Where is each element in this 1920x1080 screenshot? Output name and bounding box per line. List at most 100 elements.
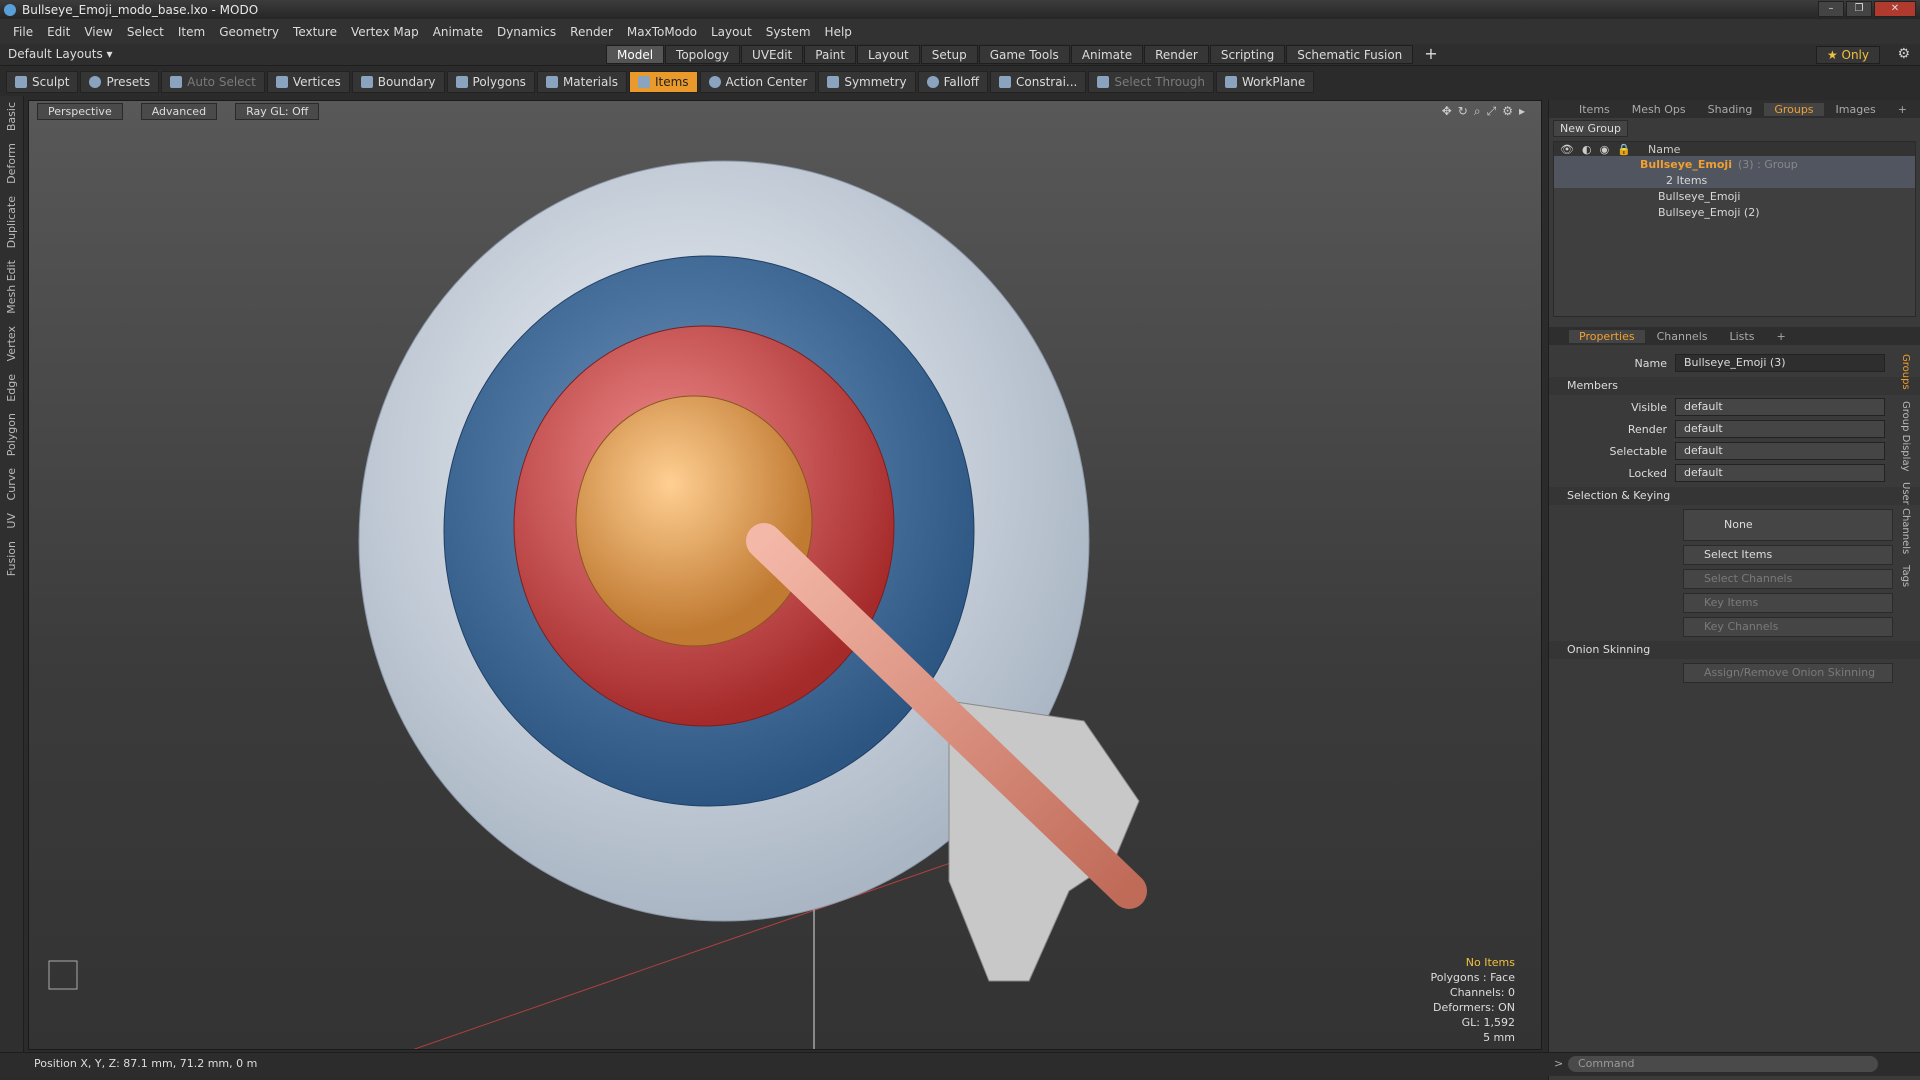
auto-select-button[interactable]: Auto Select bbox=[161, 71, 265, 93]
tab-channels[interactable]: Channels bbox=[1647, 330, 1718, 343]
vertices-icon bbox=[275, 76, 288, 88]
menu-help[interactable]: Help bbox=[818, 25, 859, 39]
tab-items[interactable]: Items bbox=[1569, 103, 1620, 116]
new-group-button[interactable]: New Group bbox=[1553, 120, 1628, 137]
tab-animate[interactable]: Animate bbox=[1070, 45, 1144, 64]
visible-dropdown[interactable]: default bbox=[1675, 398, 1885, 416]
tab-mesh-ops[interactable]: Mesh Ops bbox=[1622, 103, 1696, 116]
onion-skinning-section[interactable]: Onion Skinning bbox=[1549, 641, 1920, 659]
select-items-button[interactable]: Select Items bbox=[1683, 545, 1893, 565]
boundary-button[interactable]: Boundary bbox=[351, 71, 445, 93]
side-tab-user-channels[interactable]: User Channels bbox=[1900, 478, 1911, 558]
only-button[interactable]: ★ Only bbox=[1815, 46, 1880, 64]
sculpt-button[interactable]: Sculpt bbox=[6, 71, 79, 93]
tab-layout[interactable]: Layout bbox=[856, 45, 920, 64]
selection-keying-section[interactable]: Selection & Keying bbox=[1549, 487, 1920, 505]
tab-duplicate[interactable]: Duplicate bbox=[5, 190, 18, 254]
group-count-row: 2 Items bbox=[1554, 172, 1915, 188]
3d-viewport[interactable]: Perspective Advanced Ray GL: Off ✥ ↻ ⌕ ⤢… bbox=[28, 100, 1542, 1050]
members-section[interactable]: Members bbox=[1549, 377, 1920, 395]
select-through-button[interactable]: Select Through bbox=[1088, 71, 1214, 93]
workplane-button[interactable]: WorkPlane bbox=[1215, 71, 1315, 93]
items-button[interactable]: Items bbox=[628, 71, 698, 93]
menu-file[interactable]: File bbox=[6, 25, 40, 39]
tab-shading[interactable]: Shading bbox=[1698, 103, 1763, 116]
action-center-button[interactable]: Action Center bbox=[699, 71, 817, 93]
minimize-button[interactable]: – bbox=[1818, 1, 1844, 17]
tab-mesh-edit[interactable]: Mesh Edit bbox=[5, 254, 18, 320]
tab-game-tools[interactable]: Game Tools bbox=[978, 45, 1070, 64]
tab-render[interactable]: Render bbox=[1144, 45, 1209, 64]
tab-uvedit[interactable]: UVEdit bbox=[741, 45, 804, 64]
tab-edge[interactable]: Edge bbox=[5, 368, 18, 408]
default-layouts-dropdown[interactable]: Default Layouts ▾ bbox=[8, 47, 113, 61]
selectable-dropdown[interactable]: default bbox=[1675, 442, 1885, 460]
presets-button[interactable]: Presets bbox=[80, 71, 160, 93]
locked-dropdown[interactable]: default bbox=[1675, 464, 1885, 482]
menu-geometry[interactable]: Geometry bbox=[212, 25, 286, 39]
menu-render[interactable]: Render bbox=[563, 25, 620, 39]
side-tab-tags[interactable]: Tags bbox=[1900, 561, 1911, 591]
menu-maxtomodo[interactable]: MaxToModo bbox=[620, 25, 704, 39]
menu-texture[interactable]: Texture bbox=[286, 25, 344, 39]
render-dropdown[interactable]: default bbox=[1675, 420, 1885, 438]
symmetry-button[interactable]: Symmetry bbox=[818, 71, 916, 93]
onion-skinning-button[interactable]: Assign/Remove Onion Skinning bbox=[1683, 663, 1893, 683]
vertices-button[interactable]: Vertices bbox=[266, 71, 350, 93]
tab-groups[interactable]: Groups bbox=[1764, 102, 1824, 116]
tab-curve[interactable]: Curve bbox=[5, 462, 18, 506]
name-field[interactable]: Bullseye_Emoji (3) bbox=[1675, 354, 1885, 372]
add-properties-tab[interactable]: + bbox=[1766, 330, 1795, 343]
tab-topology[interactable]: Topology bbox=[665, 45, 741, 64]
tab-scripting[interactable]: Scripting bbox=[1209, 45, 1286, 64]
constraints-button[interactable]: Constrai... bbox=[990, 71, 1087, 93]
tab-setup[interactable]: Setup bbox=[920, 45, 978, 64]
tab-fusion[interactable]: Fusion bbox=[5, 535, 18, 582]
gear-icon[interactable]: ⚙ bbox=[1897, 46, 1910, 62]
key-items-button[interactable]: Key Items bbox=[1683, 593, 1893, 613]
key-channels-button[interactable]: Key Channels bbox=[1683, 617, 1893, 637]
side-tab-group-display[interactable]: Group Display bbox=[1900, 397, 1911, 475]
window-title: Bullseye_Emoji_modo_base.lxo - MODO bbox=[22, 2, 259, 17]
render-label: Render bbox=[1627, 422, 1667, 436]
menu-dynamics[interactable]: Dynamics bbox=[490, 25, 563, 39]
menu-edit[interactable]: Edit bbox=[40, 25, 77, 39]
tab-images[interactable]: Images bbox=[1826, 103, 1886, 116]
menu-select[interactable]: Select bbox=[120, 25, 171, 39]
menu-view[interactable]: View bbox=[77, 25, 119, 39]
menu-vertex-map[interactable]: Vertex Map bbox=[344, 25, 426, 39]
close-button[interactable]: ✕ bbox=[1874, 1, 1916, 17]
tab-model[interactable]: Model bbox=[606, 45, 665, 64]
side-tab-groups[interactable]: Groups bbox=[1900, 350, 1911, 394]
restore-button[interactable]: ❐ bbox=[1846, 1, 1872, 17]
group-member-row[interactable]: Bullseye_Emoji bbox=[1554, 188, 1915, 204]
tab-uv[interactable]: UV bbox=[5, 507, 18, 535]
menu-animate[interactable]: Animate bbox=[426, 25, 490, 39]
right-panel: Items Mesh Ops Shading Groups Images + N… bbox=[1548, 100, 1920, 1080]
tab-deform[interactable]: Deform bbox=[5, 137, 18, 190]
tab-paint[interactable]: Paint bbox=[804, 45, 856, 64]
select-channels-button[interactable]: Select Channels bbox=[1683, 569, 1893, 589]
group-member-row[interactable]: Bullseye_Emoji (2) bbox=[1554, 204, 1915, 220]
constraints-icon bbox=[999, 76, 1011, 88]
add-panel-tab[interactable]: + bbox=[1888, 103, 1917, 116]
tab-vertex[interactable]: Vertex bbox=[5, 320, 18, 367]
polygons-button[interactable]: Polygons bbox=[446, 71, 535, 93]
menu-layout[interactable]: Layout bbox=[704, 25, 759, 39]
select-column-icon: ◉ bbox=[1599, 142, 1610, 156]
menu-system[interactable]: System bbox=[759, 25, 818, 39]
polygons-icon bbox=[455, 76, 468, 88]
none-button[interactable]: None bbox=[1683, 509, 1893, 541]
tab-polygon[interactable]: Polygon bbox=[5, 407, 18, 462]
add-tab-button[interactable]: + bbox=[1414, 45, 1447, 64]
tab-properties[interactable]: Properties bbox=[1569, 329, 1645, 343]
command-input[interactable]: Command bbox=[1568, 1056, 1878, 1072]
menu-item[interactable]: Item bbox=[171, 25, 212, 39]
group-row[interactable]: Bullseye_Emoji (3) : Group bbox=[1554, 156, 1915, 172]
tab-schematic-fusion[interactable]: Schematic Fusion bbox=[1286, 45, 1414, 64]
falloff-button[interactable]: Falloff bbox=[917, 71, 988, 93]
materials-button[interactable]: Materials bbox=[536, 71, 627, 93]
tab-lists[interactable]: Lists bbox=[1720, 330, 1765, 343]
tab-basic[interactable]: Basic bbox=[5, 96, 18, 137]
symmetry-icon bbox=[827, 76, 840, 88]
